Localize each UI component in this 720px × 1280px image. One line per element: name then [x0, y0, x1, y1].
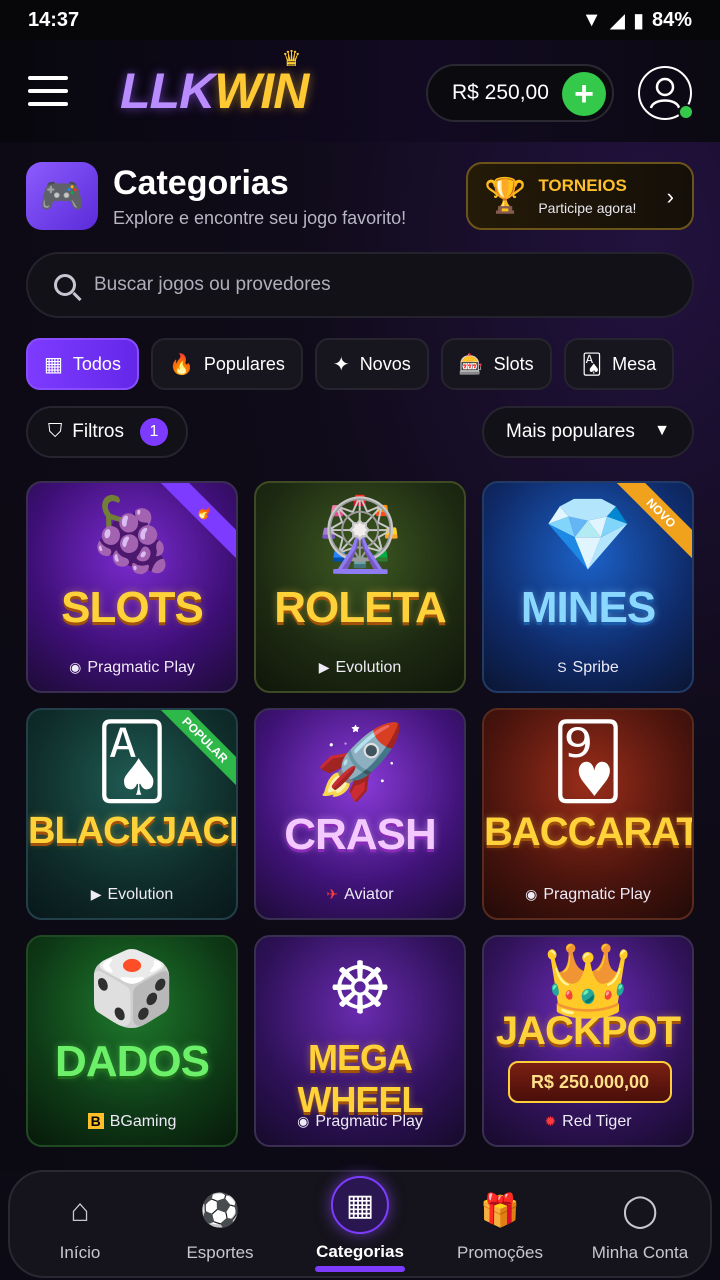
game-card-crash[interactable]: 🚀 CRASH ✈ Aviator [254, 708, 466, 920]
top-app-bar: LLKWIN ♛ R$ 250,00 + [0, 40, 720, 142]
battery-icon: ▮ [632, 9, 644, 32]
tab-todos[interactable]: ▦ Todos [26, 338, 139, 390]
cards-dragon-icon: 🂹 [551, 722, 625, 802]
game-card-dados[interactable]: 🎲 DADOS B BGaming [26, 935, 238, 1147]
battery-level: 84% [651, 8, 692, 31]
red-tiger-logo-icon: ✹ [544, 1113, 557, 1129]
game-provider: ✹ Red Tiger [544, 1113, 632, 1130]
torneios-subtitle: Participe agora! [538, 200, 637, 216]
deposit-plus-button[interactable]: + [562, 72, 606, 116]
soccer-ball-icon: ⚽ [200, 1192, 240, 1228]
pragmatic-logo-icon: ◉ [297, 1113, 310, 1129]
bottom-navigation: ⌂ Início ⚽ Esportes ▦ Categorias 🎁 Promo… [8, 1170, 712, 1278]
trophy-icon: 🏆 [484, 177, 527, 215]
game-title: MINES [520, 583, 656, 632]
page-title: Categorias [113, 164, 289, 202]
chevron-right-icon: › [666, 184, 674, 209]
fire-icon: 🔥 [168, 353, 194, 376]
rocket-icon: 🚀 [315, 722, 405, 802]
search-bar[interactable] [26, 252, 694, 318]
grid-icon: ▦ [331, 1176, 389, 1234]
nav-esportes[interactable]: ⚽ Esportes [152, 1185, 288, 1263]
filter-count-badge: 1 [140, 418, 168, 446]
sort-dropdown[interactable]: Mais populares ▼ [482, 406, 694, 458]
game-provider: ◉ Pragmatic Play [525, 886, 651, 903]
tab-mesa[interactable]: 🂡 Mesa [563, 338, 675, 390]
balance-amount: R$ 250,00 [452, 81, 549, 104]
gamepad-icon: 🎮 [26, 162, 98, 230]
filter-icon: ⛉ [48, 421, 63, 442]
torneios-title: TORNEIOS [538, 176, 627, 195]
status-icons: ▼ ◢ ▮ 84% [582, 8, 692, 33]
sparkle-icon: ✦ [332, 353, 350, 376]
game-title: MEGA WHEEL [297, 1037, 424, 1120]
pragmatic-logo-icon: ◉ [525, 886, 538, 902]
balance-pill[interactable]: R$ 250,00 + [426, 64, 614, 122]
game-title: DADOS [55, 1037, 210, 1086]
game-card-slots[interactable]: 🍇 🔥 SLOTS ◉ Pragmatic Play [26, 481, 238, 693]
game-title: JACKPOT [495, 1009, 681, 1053]
game-card-roleta[interactable]: 🎡 ROLETA ▶ Evolution [254, 481, 466, 693]
wifi-icon: ▼ [581, 8, 602, 31]
user-icon: ◯ [622, 1192, 658, 1228]
game-title: SLOTS [61, 583, 204, 632]
menu-icon[interactable] [28, 76, 68, 106]
gift-icon: 🎁 [480, 1192, 520, 1228]
chevron-down-icon: ▼ [654, 422, 670, 439]
online-indicator [678, 104, 694, 120]
tab-novos[interactable]: ✦ Novos [314, 338, 429, 390]
game-card-blackjack[interactable]: 🂡 POPULAR BLACKJACK ▶ Evolution [26, 708, 238, 920]
jackpot-amount: R$ 250.000,00 [508, 1061, 672, 1103]
brand-logo[interactable]: LLKWIN ♛ [120, 46, 309, 120]
slot-machine-icon: 🎰 [458, 353, 484, 376]
game-card-mines[interactable]: 💎 NOVO MINES S Spribe [482, 481, 694, 693]
bgaming-logo-icon: B [87, 1113, 104, 1129]
nav-minha-conta[interactable]: ◯ Minha Conta [572, 1185, 708, 1263]
nav-categorias[interactable]: ▦ Categorias [292, 1176, 428, 1272]
evolution-logo-icon: ▶ [90, 886, 102, 902]
dice-icon: 🎲 [87, 949, 177, 1029]
status-bar: 14:37 ▼ ◢ ▮ 84% [0, 0, 720, 40]
signal-icon: ◢ [609, 9, 625, 32]
game-card-jackpot[interactable]: 👑 JACKPOT R$ 250.000,00 ✹ Red Tiger [482, 935, 694, 1147]
evolution-logo-icon: ▶ [318, 659, 330, 675]
roulette-wheel-icon: 🎡 [315, 495, 405, 575]
game-provider: ▶ Evolution [318, 659, 402, 676]
aviator-logo-icon: ✈ [326, 886, 339, 902]
tab-slots[interactable]: 🎰 Slots [440, 338, 552, 390]
torneios-button[interactable]: 🏆 TORNEIOS Participe agora! › [466, 162, 694, 230]
game-title: CRASH [284, 810, 436, 859]
main-content: 🎮 Categorias Explore e encontre seu jogo… [0, 142, 720, 1170]
game-provider: ✈ Aviator [326, 886, 394, 903]
game-title: BACCARAT [484, 810, 694, 854]
game-provider: S Spribe [557, 659, 619, 676]
game-title: BLACKJACK [28, 810, 238, 852]
home-icon: ⌂ [70, 1191, 90, 1228]
category-tabs: ▦ Todos 🔥 Populares ✦ Novos 🎰 Slots 🂡 Me… [26, 338, 675, 390]
prize-wheel-icon: ☸ [327, 949, 393, 1029]
spribe-logo-icon: S [557, 659, 567, 675]
game-card-mega-wheel[interactable]: ☸ MEGA WHEEL ◉ Pragmatic Play [254, 935, 466, 1147]
nav-promocoes[interactable]: 🎁 Promoções [432, 1185, 568, 1263]
status-time: 14:37 [28, 8, 80, 31]
game-card-baccarat[interactable]: 🂹 BACCARAT ◉ Pragmatic Play [482, 708, 694, 920]
filters-button[interactable]: ⛉ Filtros 1 [26, 406, 188, 458]
grid-icon: ▦ [44, 353, 63, 376]
crown-icon: ♛ [281, 46, 302, 71]
game-provider: ◉ Pragmatic Play [69, 659, 195, 676]
nav-inicio[interactable]: ⌂ Início [12, 1185, 148, 1263]
pragmatic-logo-icon: ◉ [69, 659, 82, 675]
table-cards-icon: 🂡 [581, 353, 603, 376]
game-provider: B BGaming [28, 1113, 236, 1131]
search-input[interactable] [94, 274, 654, 296]
game-provider: ▶ Evolution [90, 886, 174, 903]
game-provider: ◉ Pragmatic Play [297, 1113, 423, 1130]
game-title: ROLETA [274, 583, 447, 632]
avatar[interactable] [638, 66, 694, 120]
tab-populares[interactable]: 🔥 Populares [150, 338, 303, 390]
search-icon [54, 274, 76, 296]
games-grid: 🍇 🔥 SLOTS ◉ Pragmatic Play 🎡 ROLETA ▶ Evol… [26, 481, 694, 1147]
page-subtitle: Explore e encontre seu jogo favorito! [113, 208, 407, 228]
